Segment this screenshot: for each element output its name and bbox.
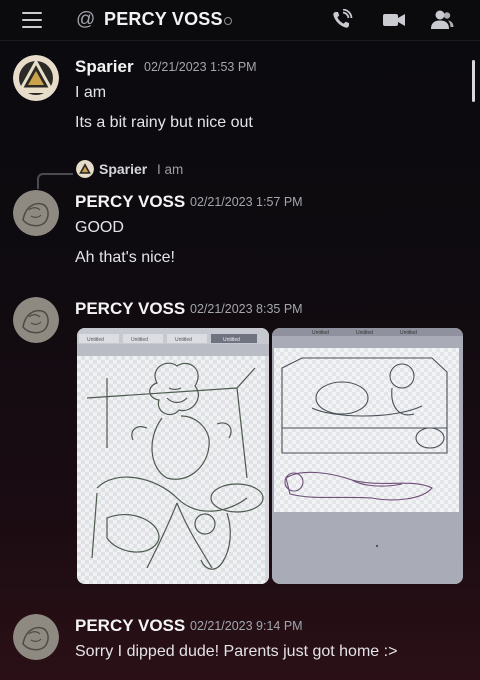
canvas-tab-label: Untitled (356, 330, 373, 336)
dm-at-symbol: @ (76, 9, 96, 30)
message-timestamp: 02/21/2023 9:14 PM (190, 619, 303, 633)
message-text: Its a bit rainy but nice out (75, 114, 253, 131)
message-timestamp: 02/21/2023 1:53 PM (144, 60, 257, 74)
message-author[interactable]: PERCY VOSS (75, 616, 185, 636)
message-author[interactable]: PERCY VOSS (75, 299, 185, 319)
message-timestamp: 02/21/2023 8:35 PM (190, 302, 303, 316)
avatar[interactable] (13, 55, 59, 101)
reply-author[interactable]: Sparier (99, 161, 147, 177)
image-attachment[interactable]: Untitled Untitled Untitled Untitled (77, 328, 269, 584)
reply-avatar (76, 160, 94, 178)
phone-call-icon[interactable] (330, 9, 354, 31)
chat-header: @ PERCY VOSS (0, 0, 480, 41)
menu-icon[interactable] (22, 12, 42, 28)
reply-preview-text[interactable]: I am (157, 162, 183, 177)
video-call-icon[interactable] (382, 9, 406, 31)
message-timestamp: 02/21/2023 1:57 PM (190, 195, 303, 209)
message-text: GOOD (75, 219, 124, 236)
canvas-tab-label: Untitled (312, 330, 329, 336)
avatar[interactable] (13, 297, 59, 343)
message-text: Sorry I dipped dude! Parents just got ho… (75, 643, 398, 660)
canvas-tab-label: Untitled (175, 337, 192, 343)
canvas-tab-label: Untitled (131, 337, 148, 343)
members-icon[interactable] (430, 9, 454, 31)
offline-status-icon (224, 17, 232, 25)
canvas-tab-label: Untitled (400, 330, 417, 336)
message-text: Ah that's nice! (75, 249, 175, 266)
avatar[interactable] (13, 614, 59, 660)
canvas-tab-label: Untitled (223, 337, 240, 343)
canvas-tab-label: Untitled (87, 337, 104, 343)
message-author[interactable]: Sparier (75, 57, 134, 77)
message-text: I am (75, 84, 107, 101)
image-attachment[interactable]: Untitled Untitled Untitled (272, 328, 463, 584)
reply-connector (37, 173, 73, 189)
scrollbar[interactable] (472, 60, 475, 102)
avatar[interactable] (13, 190, 59, 236)
message-author[interactable]: PERCY VOSS (75, 192, 185, 212)
dm-title[interactable]: PERCY VOSS (104, 9, 223, 30)
